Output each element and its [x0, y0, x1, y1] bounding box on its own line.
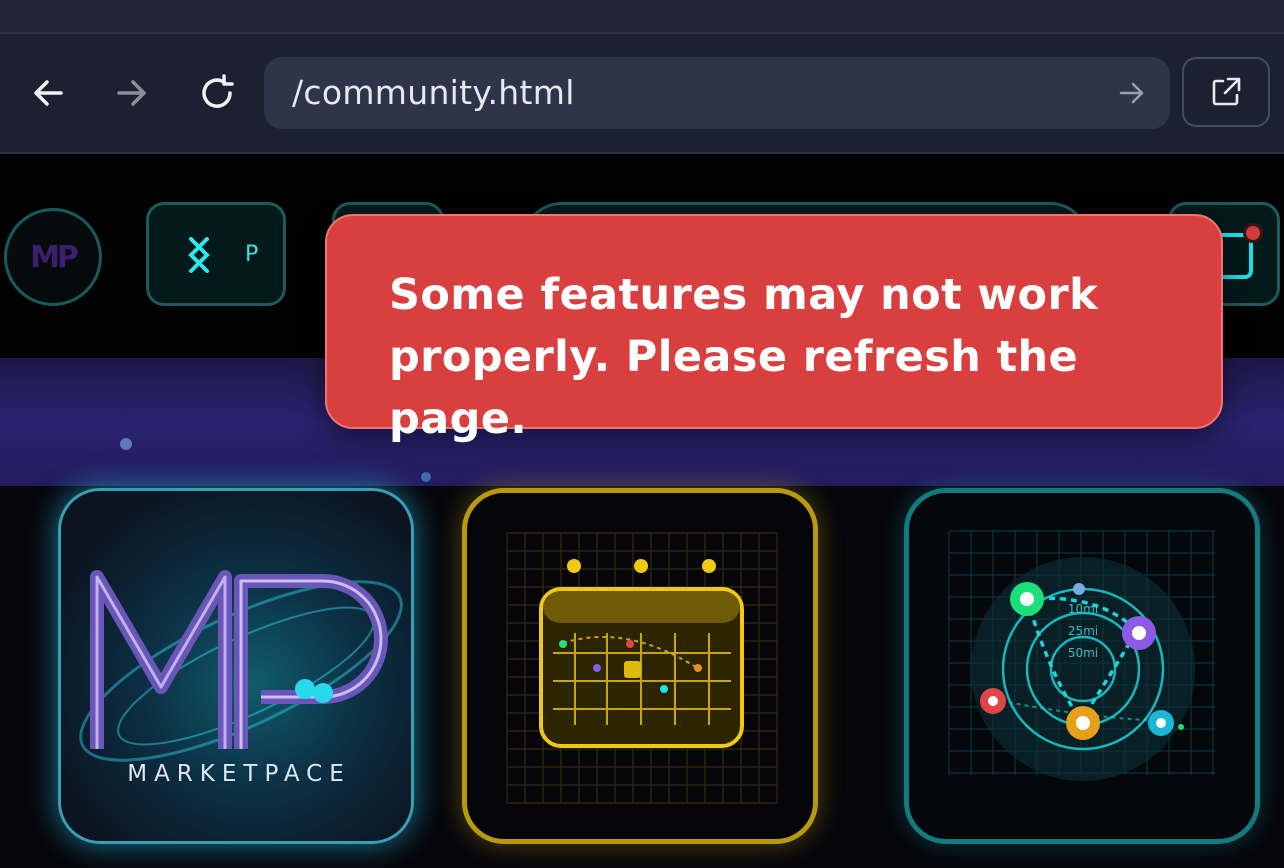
notification-badge — [1243, 223, 1263, 243]
mp-logo-icon — [79, 570, 403, 762]
marketpace-logo-card[interactable]: MARKETPACE — [58, 488, 414, 844]
sparkle — [421, 472, 431, 482]
reload-button[interactable] — [185, 58, 249, 128]
reload-icon — [202, 74, 234, 108]
ring-label-25mi: 25mi — [1068, 624, 1098, 638]
map-radius-icon: 10mi 25mi 50mi — [948, 530, 1215, 781]
address-bar[interactable]: /community.html — [264, 57, 1170, 129]
error-toast[interactable]: Some features may not work properly. Ple… — [325, 214, 1223, 444]
header-logo-text: MP — [30, 239, 79, 275]
external-link-icon — [1212, 77, 1241, 106]
ring-label-50mi: 50mi — [1068, 646, 1098, 660]
url-text[interactable]: /community.html — [292, 57, 575, 129]
sparkle — [120, 438, 132, 450]
brand-label: MARKETPACE — [127, 761, 351, 787]
dna-icon — [188, 237, 210, 273]
arrow-right-icon — [117, 80, 146, 106]
browser-top-strip — [0, 0, 1284, 34]
open-external-button[interactable] — [1182, 57, 1270, 127]
header-nav-pill[interactable]: P — [146, 202, 286, 306]
arrow-left-icon — [34, 80, 63, 106]
toast-message: Some features may not work properly. Ple… — [389, 270, 1099, 444]
back-button[interactable] — [16, 58, 80, 128]
forward-button[interactable] — [100, 58, 164, 128]
calendar-card[interactable] — [462, 488, 818, 844]
browser-toolbar: /community.html — [0, 34, 1284, 154]
header-pill-label: P — [245, 242, 259, 267]
calendar-icon — [506, 532, 778, 804]
radius-map-card[interactable]: 10mi 25mi 50mi — [904, 488, 1260, 844]
go-arrow-icon[interactable] — [1116, 77, 1148, 109]
header-logo[interactable]: MP — [4, 208, 102, 306]
